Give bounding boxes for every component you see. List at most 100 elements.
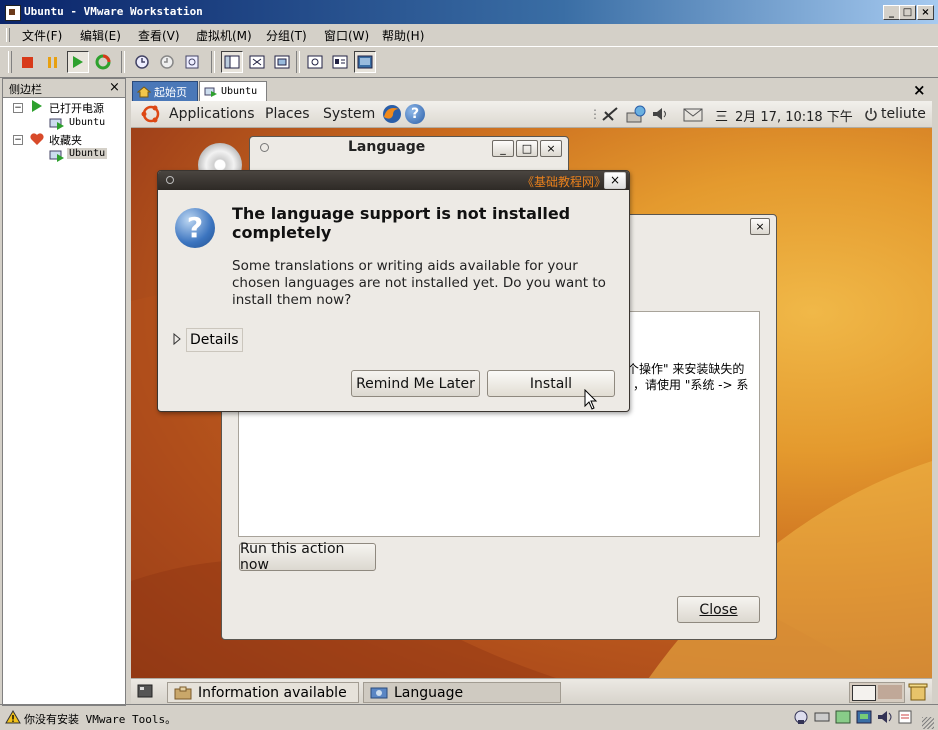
home-icon xyxy=(137,85,151,97)
user-name[interactable]: teliute xyxy=(881,106,926,122)
vm-display-icon[interactable] xyxy=(354,51,376,73)
tree-group-powered-on[interactable]: 已打开电源 xyxy=(49,100,104,116)
menu-help[interactable]: 帮助(H) xyxy=(382,27,424,44)
menu-file[interactable]: 文件(F) xyxy=(22,27,62,44)
quick-switch-icon[interactable] xyxy=(271,51,293,73)
window-menu-icon[interactable] xyxy=(166,176,174,184)
question-icon: ? xyxy=(175,208,215,248)
workspace-2[interactable] xyxy=(878,685,902,699)
device-message-icon[interactable] xyxy=(897,709,915,725)
menu-team[interactable]: 分组(T) xyxy=(266,27,307,44)
reset-icon[interactable] xyxy=(92,51,114,73)
expander-arrow-icon[interactable] xyxy=(172,332,182,346)
power-off-icon[interactable] xyxy=(16,51,38,73)
update-notifier-icon[interactable] xyxy=(625,105,647,123)
power-on-icon[interactable] xyxy=(67,51,89,73)
tab-ubuntu[interactable]: Ubuntu xyxy=(199,81,267,101)
power-icon[interactable] xyxy=(864,107,878,121)
tree-collapse-icon[interactable]: − xyxy=(13,103,23,113)
tree-item-ubuntu[interactable]: Ubuntu xyxy=(69,117,105,128)
fullscreen-icon[interactable] xyxy=(246,51,268,73)
menu-windows[interactable]: 窗口(W) xyxy=(324,27,369,44)
tab-home[interactable]: 起始页 xyxy=(132,81,198,101)
heart-icon xyxy=(30,133,44,145)
tree-collapse-icon[interactable]: − xyxy=(13,135,23,145)
clock-datetime[interactable]: 2月 17, 10:18 下午 xyxy=(735,106,853,125)
alert-close-button[interactable]: × xyxy=(604,172,626,189)
toolbar-separator xyxy=(121,51,125,73)
menu-edit[interactable]: 编辑(E) xyxy=(80,27,121,44)
language-close-button[interactable]: × xyxy=(540,140,562,157)
ubuntu-logo-icon xyxy=(141,105,160,123)
device-network-icon[interactable] xyxy=(792,709,810,725)
device-usb-icon[interactable] xyxy=(834,709,852,725)
vm-icon xyxy=(49,150,64,162)
alert-body: Some translations or writing aids availa… xyxy=(232,258,606,308)
network-off-icon[interactable] xyxy=(601,106,619,122)
warning-icon xyxy=(5,710,21,724)
close-button[interactable]: × xyxy=(917,5,934,20)
show-desktop-icon[interactable] xyxy=(137,684,153,698)
language-text-line-1: 个操作" 来安装缺失的 xyxy=(627,362,745,376)
applications-menu[interactable]: Applications xyxy=(169,106,255,122)
device-sound-icon[interactable] xyxy=(876,709,894,725)
maximize-button[interactable]: □ xyxy=(899,5,916,20)
language-alert-dialog: 《基础教程网》 × ? The language support is not … xyxy=(157,170,630,412)
taskbar-information-available[interactable]: Information available xyxy=(167,682,359,703)
tab-ubuntu-label: Ubuntu xyxy=(221,86,258,97)
window-title-bar: Ubuntu - VMware Workstation _ □ × xyxy=(0,0,938,24)
language-close-dialog-button[interactable]: Close xyxy=(677,596,760,623)
remind-me-later-button[interactable]: Remind Me Later xyxy=(351,370,480,397)
menu-vm[interactable]: 虚拟机(M) xyxy=(196,27,252,44)
device-cdrom-icon[interactable] xyxy=(813,709,831,725)
clock-weekday[interactable]: 三 xyxy=(715,106,728,125)
suspend-icon[interactable] xyxy=(41,51,63,73)
snapshot-icon[interactable] xyxy=(131,51,153,73)
resize-grip[interactable] xyxy=(922,717,934,729)
workspace-switcher[interactable] xyxy=(849,682,905,703)
window-title: Ubuntu - VMware Workstation xyxy=(24,5,203,18)
vm-screen[interactable]: Applications Places System ? ⋮ 三 2月 17, … xyxy=(131,101,932,704)
workspace-1[interactable] xyxy=(852,685,876,701)
minimize-button[interactable]: _ xyxy=(883,5,900,20)
language-back-close-button[interactable]: × xyxy=(750,218,770,235)
language-maximize-button[interactable]: □ xyxy=(516,140,538,157)
vmware-app-icon xyxy=(5,5,21,21)
summary-icon[interactable] xyxy=(304,51,326,73)
run-action-label: Run this action now xyxy=(240,541,345,573)
places-menu[interactable]: Places xyxy=(265,106,310,122)
system-menu[interactable]: System xyxy=(323,106,375,122)
alert-titlebar: 《基础教程网》 × xyxy=(158,171,629,190)
taskbar-language[interactable]: Language xyxy=(363,682,561,703)
remind-me-later-label: Remind Me Later xyxy=(356,375,475,392)
taskbar-language-label: Language xyxy=(394,684,464,701)
trash-icon[interactable] xyxy=(907,681,929,702)
volume-icon[interactable] xyxy=(651,106,669,122)
toolbar-grip xyxy=(8,51,12,73)
window-menu-icon[interactable] xyxy=(260,143,269,152)
install-label: Install xyxy=(529,375,573,392)
language-window-title: Language xyxy=(348,139,426,155)
help-icon[interactable]: ? xyxy=(405,104,425,124)
menu-view[interactable]: 查看(V) xyxy=(138,27,180,44)
toolbar-separator xyxy=(211,51,215,73)
menu-grip xyxy=(6,28,10,42)
language-minimize-button[interactable]: _ xyxy=(492,140,514,157)
tree-group-favorites[interactable]: 收藏夹 xyxy=(49,132,82,148)
panel-handle: ⋮ xyxy=(589,107,601,121)
gnome-top-panel: Applications Places System ? ⋮ 三 2月 17, … xyxy=(131,101,932,128)
run-action-button[interactable]: Run this action now xyxy=(239,541,376,573)
firefox-icon[interactable] xyxy=(381,103,403,125)
tree-item-ubuntu-selected[interactable]: Ubuntu xyxy=(67,148,108,159)
snapshot-manager-icon[interactable] xyxy=(181,51,203,73)
revert-snapshot-icon[interactable] xyxy=(156,51,178,73)
tab-home-label: 起始页 xyxy=(154,85,187,99)
sidebar-close-icon[interactable]: × xyxy=(109,80,120,95)
details-expander[interactable]: Details xyxy=(186,328,243,352)
vm-icon xyxy=(49,118,64,130)
sidebar-toggle-icon[interactable] xyxy=(221,51,243,73)
console-view-icon[interactable] xyxy=(329,51,351,73)
mail-icon[interactable] xyxy=(683,108,703,122)
tab-close-icon[interactable]: × xyxy=(913,81,926,99)
device-ethernet-icon[interactable] xyxy=(855,709,873,725)
